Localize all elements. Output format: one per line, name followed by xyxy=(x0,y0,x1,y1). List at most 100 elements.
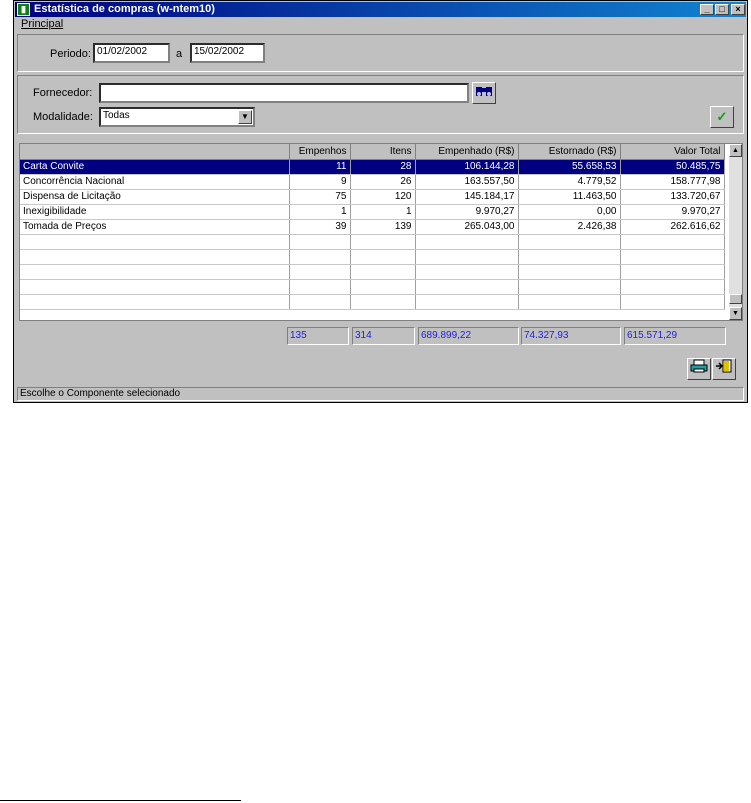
scroll-thumb[interactable] xyxy=(729,294,742,304)
table-row[interactable]: Inexigibilidade 1 1 9.970,27 0,00 9.970,27 xyxy=(20,204,725,220)
minimize-button[interactable]: _ xyxy=(700,4,714,15)
total-empenhado: 689.899,22 xyxy=(418,327,519,345)
total-estornado: 74.327,93 xyxy=(521,327,621,345)
table-cell xyxy=(289,249,351,265)
menu-principal[interactable]: Principal xyxy=(21,18,63,30)
total-empenhos: 135 xyxy=(287,327,349,345)
exit-button[interactable] xyxy=(712,358,736,380)
table-cell: Dispensa de Licitação xyxy=(20,189,290,205)
table-cell xyxy=(20,264,290,280)
table-cell: 50.485,75 xyxy=(620,159,725,175)
scroll-up-icon[interactable]: ▲ xyxy=(729,144,742,157)
table-row[interactable]: Concorrência Nacional 9 26 163.557,50 4.779,… xyxy=(20,174,725,190)
column-header-empenhado[interactable]: Empenhado (R$) xyxy=(415,144,519,160)
table-cell: 9 xyxy=(289,174,351,190)
binoculars-icon xyxy=(475,85,493,100)
table-cell xyxy=(289,294,351,310)
table-cell xyxy=(350,264,416,280)
modalidade-select[interactable]: Todas ▼ xyxy=(99,107,255,127)
table-cell: 139 xyxy=(350,219,416,235)
table-cell xyxy=(289,279,351,295)
table-cell: 26 xyxy=(350,174,416,190)
table-cell: 11.463,50 xyxy=(518,189,621,205)
table-cell: 4.779,52 xyxy=(518,174,621,190)
table-cell: 106.144,28 xyxy=(415,159,519,175)
fornecedor-field[interactable] xyxy=(99,83,469,103)
table-cell xyxy=(415,294,519,310)
footnote-divider xyxy=(0,800,241,801)
menu-bar: Principal xyxy=(15,18,746,31)
table-cell: 55.658,53 xyxy=(518,159,621,175)
checkmark-icon: ✓ xyxy=(716,109,728,124)
table-cell: Inexigibilidade xyxy=(20,204,290,220)
table-cell xyxy=(20,249,290,265)
table-row-empty[interactable] xyxy=(20,249,725,265)
table-cell xyxy=(620,294,725,310)
table-cell xyxy=(289,234,351,250)
table-cell: Concorrência Nacional xyxy=(20,174,290,190)
table-cell xyxy=(620,279,725,295)
table-cell: 11 xyxy=(289,159,351,175)
table-cell: 145.184,17 xyxy=(415,189,519,205)
table-cell: 75 xyxy=(289,189,351,205)
table-cell xyxy=(518,249,621,265)
table-cell: Tomada de Preços xyxy=(20,219,290,235)
table-cell xyxy=(350,234,416,250)
modalidade-value: Todas xyxy=(103,110,130,121)
table-cell: 9.970,27 xyxy=(620,204,725,220)
table-cell: 133.720,67 xyxy=(620,189,725,205)
maximize-button[interactable]: □ xyxy=(715,4,729,15)
table-cell xyxy=(20,279,290,295)
vertical-scrollbar[interactable]: ▲ ▼ xyxy=(729,144,742,320)
table-cell xyxy=(415,234,519,250)
app-icon: ▮ xyxy=(17,3,30,16)
period-end-field[interactable]: 15/02/2002 xyxy=(190,43,265,63)
table-row-empty[interactable] xyxy=(20,279,725,295)
table-cell xyxy=(620,249,725,265)
table-cell: 39 xyxy=(289,219,351,235)
exit-door-icon xyxy=(715,359,733,376)
table-cell xyxy=(415,279,519,295)
table-row[interactable]: Tomada de Preços 39 139 265.043,00 2.426,38 2… xyxy=(20,219,725,235)
table-row-empty[interactable] xyxy=(20,264,725,280)
table-cell: 262.616,62 xyxy=(620,219,725,235)
table-cell xyxy=(350,279,416,295)
column-header-itens[interactable]: Itens xyxy=(350,144,416,160)
confirm-button[interactable]: ✓ xyxy=(710,106,734,128)
scroll-down-icon[interactable]: ▼ xyxy=(729,307,742,320)
modalidade-label: Modalidade: xyxy=(33,111,93,123)
close-button[interactable]: × xyxy=(731,4,745,15)
status-bar: Escolhe o Componente selecionado xyxy=(17,387,744,401)
search-binoculars-button[interactable] xyxy=(472,82,496,104)
table-cell: 265.043,00 xyxy=(415,219,519,235)
period-start-field[interactable]: 01/02/2002 xyxy=(93,43,170,63)
table-cell xyxy=(415,264,519,280)
table-cell xyxy=(518,294,621,310)
table-cell: 9.970,27 xyxy=(415,204,519,220)
column-header-empenhos[interactable]: Empenhos xyxy=(289,144,351,160)
fornecedor-label: Fornecedor: xyxy=(33,87,93,99)
title-bar: ▮ Estatística de compras (w-ntem10) _ □ … xyxy=(15,2,746,17)
table-row[interactable]: Carta Convite 11 28 106.144,28 55.658,53 50.4… xyxy=(20,159,725,175)
chevron-down-icon[interactable]: ▼ xyxy=(238,110,252,124)
table-cell: 158.777,98 xyxy=(620,174,725,190)
table-cell: Carta Convite xyxy=(20,159,290,175)
table-cell xyxy=(620,264,725,280)
print-button[interactable] xyxy=(687,358,711,380)
table-cell: 28 xyxy=(350,159,416,175)
total-valor: 615.571,29 xyxy=(624,327,726,345)
total-itens: 314 xyxy=(352,327,415,345)
window-title: Estatística de compras (w-ntem10) xyxy=(34,3,215,15)
column-header-modalidade[interactable] xyxy=(20,144,290,160)
column-header-estornado[interactable]: Estornado (R$) xyxy=(518,144,621,160)
table-cell xyxy=(518,279,621,295)
table-row-empty[interactable] xyxy=(20,294,725,310)
table-cell xyxy=(20,234,290,250)
table-row-empty[interactable] xyxy=(20,234,725,250)
table-cell xyxy=(518,234,621,250)
column-header-valor-total[interactable]: Valor Total xyxy=(620,144,725,160)
table-cell xyxy=(350,249,416,265)
table-cell xyxy=(620,234,725,250)
table-cell: 1 xyxy=(289,204,351,220)
table-row[interactable]: Dispensa de Licitação 75 120 145.184,17 11.4… xyxy=(20,189,725,205)
